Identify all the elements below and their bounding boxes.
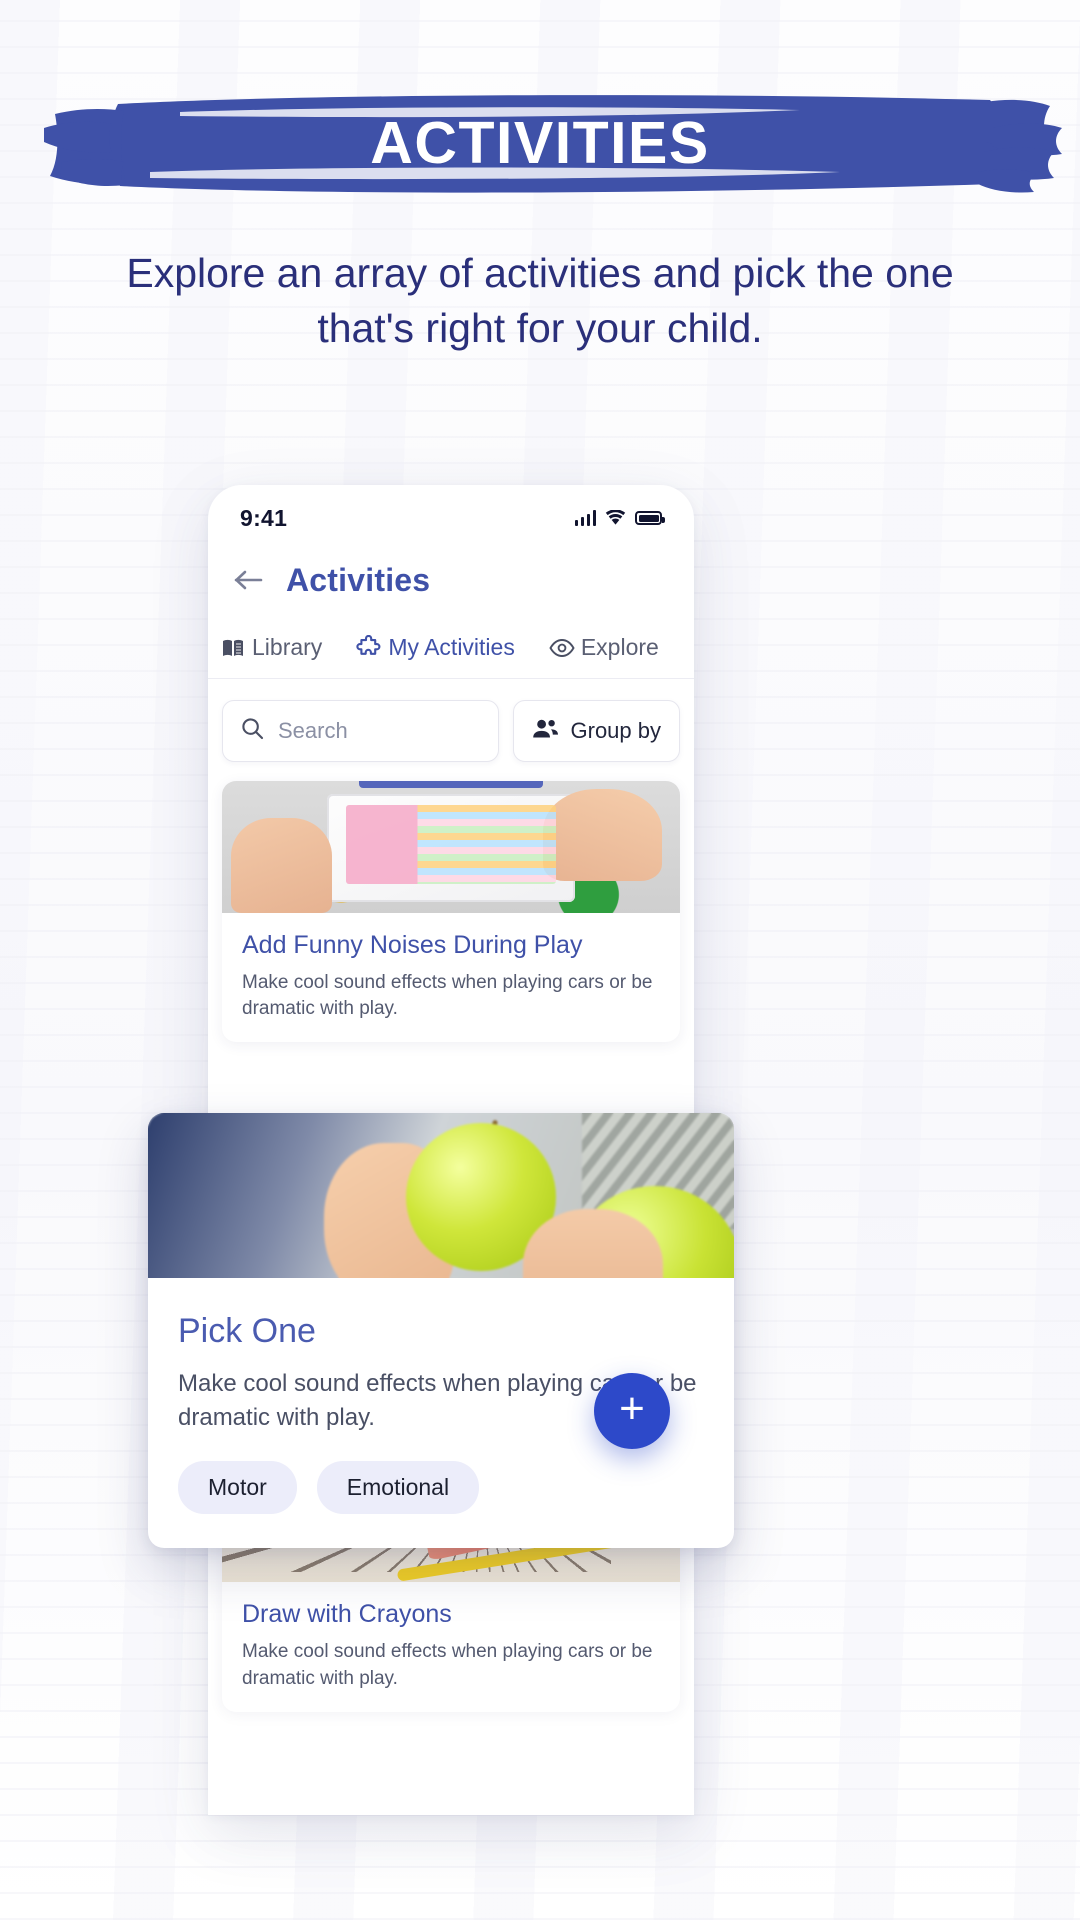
activity-card[interactable]: Add Funny Noises During Play Make cool s… [222, 781, 680, 1043]
tab-bar: Library My Activities Explore [208, 617, 694, 679]
activity-card-description: Make cool sound effects when playing car… [242, 972, 653, 1020]
header-banner: ACTIVITIES [0, 88, 1080, 198]
wifi-icon [605, 510, 626, 526]
tag-motor[interactable]: Motor [178, 1461, 297, 1515]
group-by-label: Group by [570, 718, 662, 743]
app-bar: Activities [208, 547, 694, 613]
group-by-button[interactable]: Group by [512, 700, 680, 762]
cellular-signal-icon [574, 510, 596, 526]
back-button[interactable] [232, 563, 266, 597]
featured-card-tags: Motor Emotional [178, 1461, 704, 1515]
arrow-left-icon [234, 570, 263, 590]
status-bar: 9:41 [208, 497, 694, 539]
search-icon [241, 717, 264, 745]
status-time: 9:41 [240, 504, 288, 531]
page-title: Activities [286, 561, 431, 598]
plus-icon: + [619, 1384, 645, 1433]
featured-card-title: Pick One [178, 1312, 316, 1350]
search-input[interactable]: Search [222, 700, 499, 762]
promo-subtitle: Explore an array of activities and pick … [126, 250, 954, 351]
tab-my-activities-label: My Activities [388, 634, 515, 660]
activity-card-image [222, 781, 680, 913]
people-icon [532, 718, 559, 744]
activity-card-title: Add Funny Noises During Play [242, 931, 583, 959]
book-icon [220, 635, 246, 661]
tab-library-label: Library [252, 634, 323, 660]
puzzle-piece-icon [356, 634, 382, 661]
search-row: Search Group by [208, 685, 694, 777]
tab-explore[interactable]: Explore [549, 634, 659, 661]
tab-explore-label: Explore [580, 634, 659, 660]
add-activity-fab[interactable]: + [594, 1373, 670, 1449]
tab-my-activities[interactable]: My Activities [356, 634, 515, 661]
search-placeholder: Search [278, 718, 348, 743]
tag-emotional[interactable]: Emotional [316, 1461, 480, 1515]
eye-icon [549, 635, 575, 661]
status-icons [574, 510, 665, 526]
activity-card-description: Make cool sound effects when playing car… [242, 1641, 653, 1689]
featured-card-image [148, 1113, 734, 1278]
tab-library[interactable]: Library [220, 634, 322, 661]
banner-title: ACTIVITIES [370, 110, 710, 176]
activity-card-title: Draw with Crayons [242, 1600, 452, 1629]
battery-full-icon [635, 511, 665, 525]
featured-activity-card[interactable]: Pick One Make cool sound effects when pl… [148, 1113, 734, 1549]
